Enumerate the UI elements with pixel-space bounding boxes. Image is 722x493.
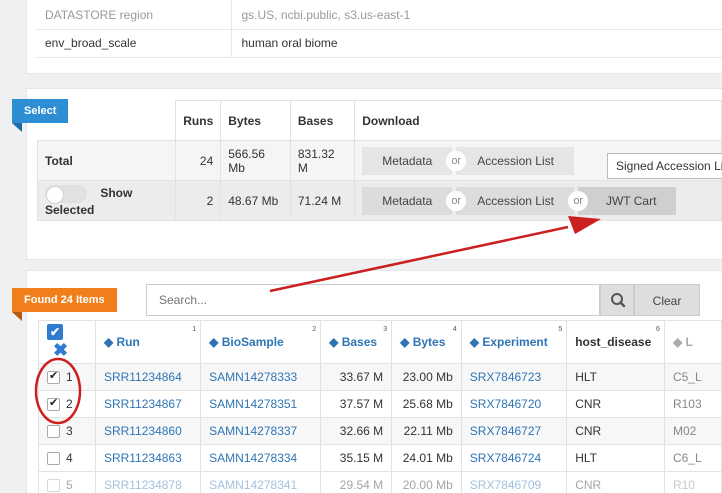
jwt-cart-button[interactable]: JWT Cart — [577, 186, 677, 215]
row-checkbox[interactable] — [47, 479, 60, 493]
row-checkbox[interactable] — [47, 452, 60, 466]
table-row[interactable]: 3 SRR11234860 SAMN14278337 32.66 M 22.11… — [38, 417, 722, 445]
bases-cell: 33.67 M — [320, 363, 393, 391]
bytes-cell: 23.00 Mb — [391, 363, 462, 391]
total-metadata-button[interactable]: Metadata — [362, 146, 453, 175]
metadata-row: env_broad_scale human oral biome — [35, 29, 722, 58]
total-runs: 24 — [175, 140, 222, 181]
show-selected-toggle[interactable] — [45, 184, 87, 204]
total-label: Total — [36, 140, 177, 181]
metadata-value: human oral biome — [231, 29, 722, 58]
run-link[interactable]: SRR11234864 — [94, 363, 202, 391]
host-disease-cell: CNR — [566, 390, 665, 418]
biosample-link[interactable]: SAMN14278351 — [200, 390, 322, 418]
biosample-link[interactable]: SAMN14278337 — [200, 417, 322, 445]
selected-bytes: 48.67 Mb — [220, 180, 291, 221]
experiment-link[interactable]: SRX7846709 — [460, 471, 568, 493]
extra-cell: M02 — [663, 417, 722, 445]
host-disease-cell: HLT — [566, 444, 665, 472]
bytes-cell: 25.68 Mb — [391, 390, 462, 418]
biosample-link[interactable]: SAMN14278341 — [200, 471, 322, 493]
host-disease-cell: CNR — [566, 417, 665, 445]
table-row[interactable]: 4 SRR11234863 SAMN14278334 35.15 M 24.01… — [38, 444, 722, 472]
column-run[interactable]: ◆ Run 1 — [94, 320, 202, 364]
row-select-cell: 3 — [38, 417, 96, 445]
bases-cell: 29.54 M — [320, 471, 393, 493]
bases-cell: 37.57 M — [320, 390, 393, 418]
search-input[interactable] — [146, 284, 600, 316]
metadata-value: gs.US, ncbi.public, s3.us-east-1 — [231, 1, 722, 30]
row-select-cell: 5 — [38, 471, 96, 493]
selected-metadata-button[interactable]: Metadata — [362, 186, 453, 215]
show-selected-cell: Show Selected — [36, 180, 177, 221]
row-checkbox[interactable] — [47, 369, 60, 385]
results-header-row: ✔ ✖ ◆ Run 1 ◆ BioSample 2 ◆ Bases 3 ◆ Bytes… — [38, 320, 722, 364]
column-experiment[interactable]: ◆ Experiment 5 — [460, 320, 568, 364]
select-all-header: ✔ ✖ — [38, 320, 96, 364]
row-checkbox[interactable] — [47, 425, 60, 439]
search-icon — [611, 293, 626, 308]
host-disease-cell: HLT — [566, 363, 665, 391]
bytes-cell: 20.00 Mb — [391, 471, 462, 493]
found-items-ribbon: Found 24 Items — [12, 288, 117, 321]
column-extra[interactable]: ◆ L — [663, 320, 722, 364]
select-all-checkbox[interactable]: ✔ — [47, 323, 63, 340]
row-select-cell: 4 — [38, 444, 96, 472]
metadata-card: DATASTORE region gs.US, ncbi.public, s3.… — [26, 0, 722, 74]
extra-cell: C6_L — [663, 444, 722, 472]
search-button[interactable] — [600, 284, 634, 316]
column-bases[interactable]: ◆ Bases 3 — [320, 320, 393, 364]
table-row[interactable]: 1 SRR11234864 SAMN14278333 33.67 M 23.00… — [38, 363, 722, 391]
run-link[interactable]: SRR11234863 — [94, 444, 202, 472]
bases-header: Bases — [289, 100, 356, 141]
run-link[interactable]: SRR11234860 — [94, 417, 202, 445]
row-checkbox[interactable] — [47, 396, 60, 412]
experiment-link[interactable]: SRX7846723 — [460, 363, 568, 391]
total-bases: 831.32 M — [289, 140, 356, 181]
host-disease-cell: CNR — [566, 471, 665, 493]
run-link[interactable]: SRR11234878 — [94, 471, 202, 493]
selected-accession-list-button[interactable]: Accession List — [456, 186, 574, 215]
total-bytes: 566.56 Mb — [220, 140, 291, 181]
bytes-header: Bytes — [220, 100, 291, 141]
selected-runs: 2 — [175, 180, 222, 221]
table-row[interactable]: 5 SRR11234878 SAMN14278341 29.54 M 20.00… — [38, 471, 722, 493]
bases-cell: 32.66 M — [320, 417, 393, 445]
run-link[interactable]: SRR11234867 — [94, 390, 202, 418]
runs-header: Runs — [175, 100, 222, 141]
biosample-link[interactable]: SAMN14278334 — [200, 444, 322, 472]
results-table: ✔ ✖ ◆ Run 1 ◆ BioSample 2 ◆ Bases 3 ◆ Bytes… — [38, 320, 722, 493]
extra-cell: R10 — [663, 471, 722, 493]
column-host-disease[interactable]: host_disease 6 — [566, 320, 665, 364]
download-header: Download — [354, 100, 722, 141]
bases-cell: 35.15 M — [320, 444, 393, 472]
clear-selection-icon[interactable]: ✖ — [53, 340, 68, 361]
extra-cell: R103 — [663, 390, 722, 418]
metadata-key: DATASTORE region — [35, 1, 232, 30]
experiment-link[interactable]: SRX7846727 — [460, 417, 568, 445]
bytes-cell: 22.11 Mb — [391, 417, 462, 445]
table-row[interactable]: 2 SRR11234867 SAMN14278351 37.57 M 25.68… — [38, 390, 722, 418]
row-select-cell: 2 — [38, 390, 96, 418]
clear-button[interactable]: Clear — [634, 284, 700, 316]
experiment-link[interactable]: SRX7846720 — [460, 390, 568, 418]
total-accession-list-button[interactable]: Accession List — [456, 146, 574, 175]
bytes-cell: 24.01 Mb — [391, 444, 462, 472]
extra-cell: C5_L — [663, 363, 722, 391]
selected-download-cell: Metadata Accession List JWT Cart or or — [354, 180, 722, 221]
column-bytes[interactable]: ◆ Bytes 4 — [391, 320, 462, 364]
header-spacer — [37, 100, 177, 141]
metadata-row: DATASTORE region gs.US, ncbi.public, s3.… — [35, 1, 722, 30]
metadata-table: DATASTORE region gs.US, ncbi.public, s3.… — [35, 1, 722, 58]
row-select-cell: 1 — [38, 363, 96, 391]
experiment-link[interactable]: SRX7846724 — [460, 444, 568, 472]
biosample-link[interactable]: SAMN14278333 — [200, 363, 322, 391]
metadata-key: env_broad_scale — [35, 29, 232, 58]
signed-accession-list-select[interactable]: Signed Accession Lis — [607, 153, 722, 179]
selected-bases: 71.24 M — [289, 180, 356, 221]
column-biosample[interactable]: ◆ BioSample 2 — [200, 320, 322, 364]
